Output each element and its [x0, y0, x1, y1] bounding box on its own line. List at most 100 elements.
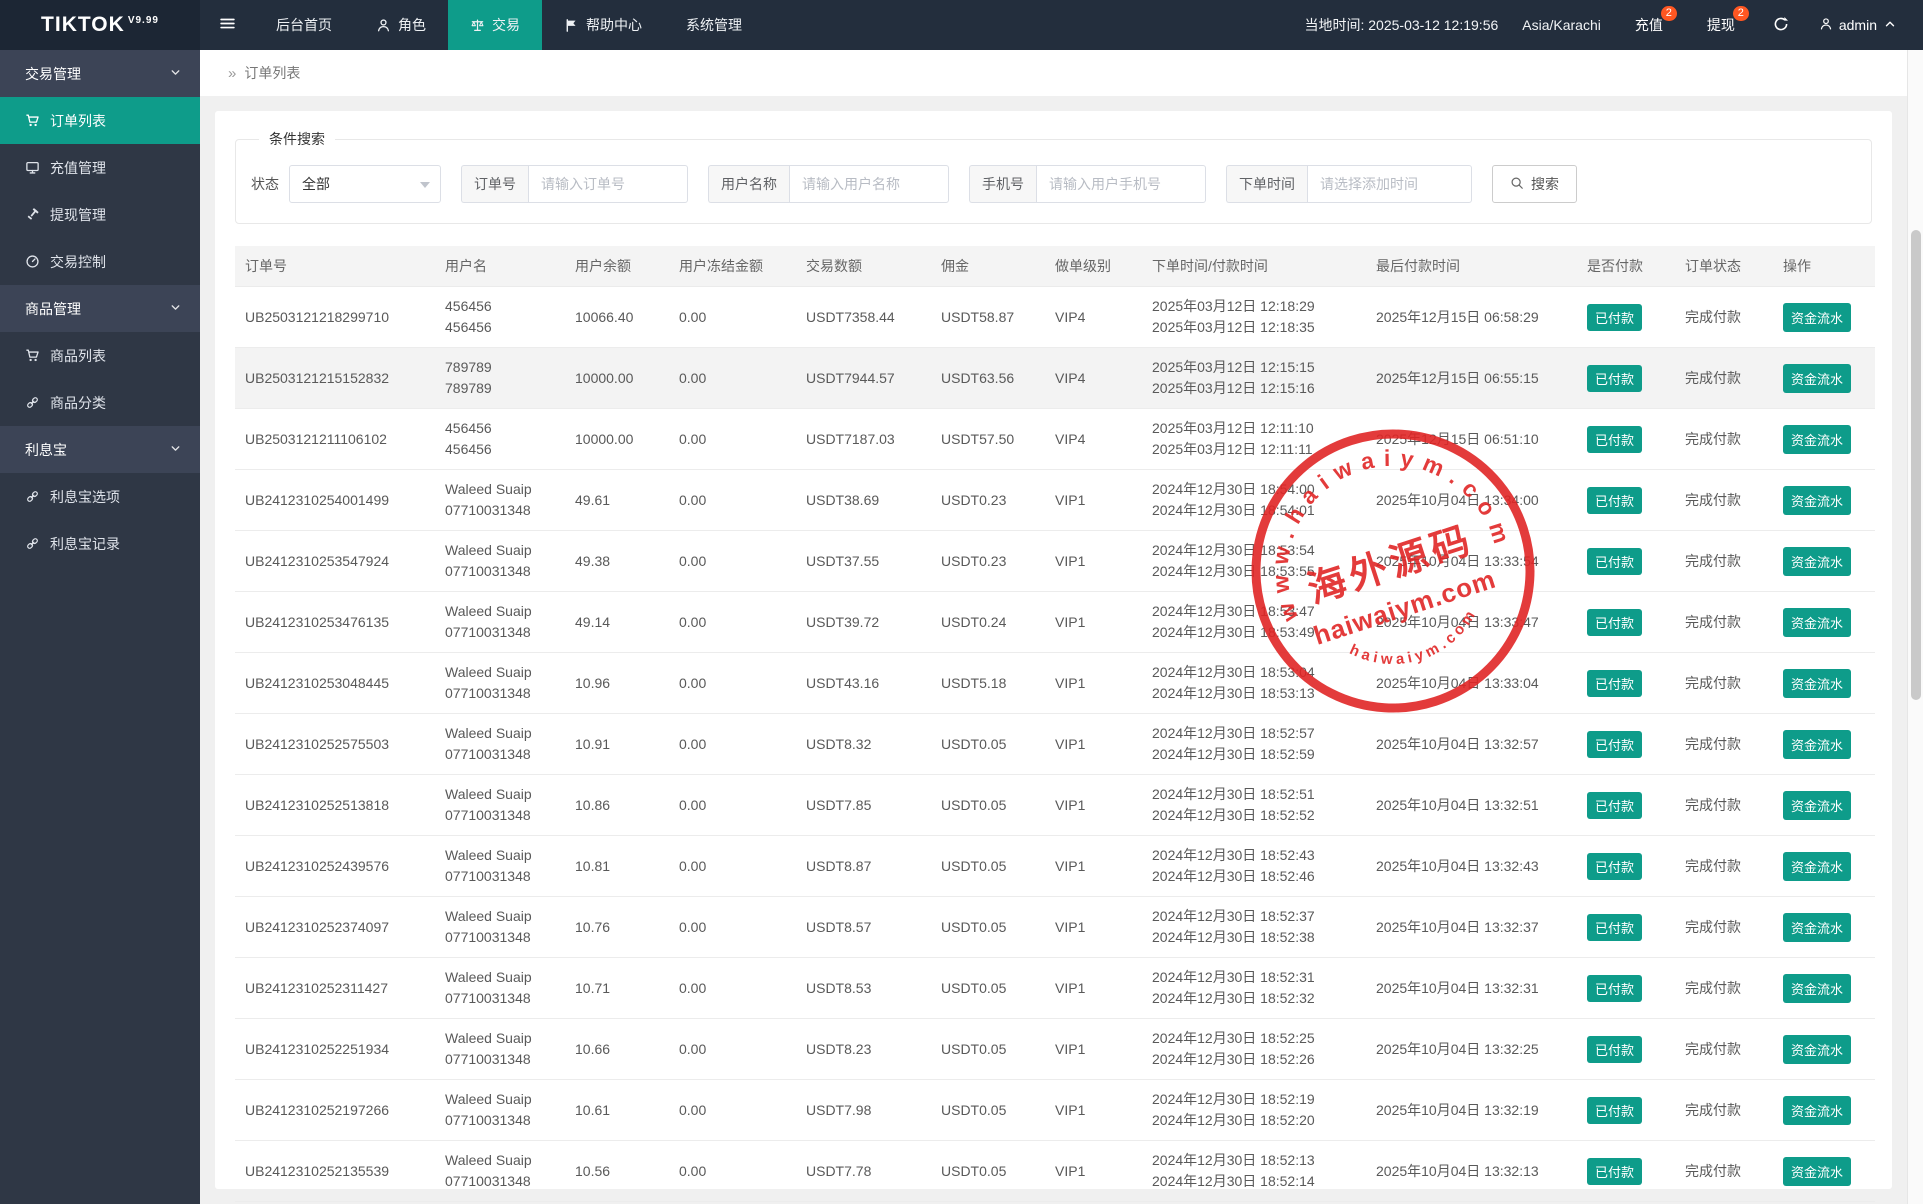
- sidebar-item[interactable]: 商品列表: [0, 332, 200, 379]
- orders-table-wrap: 订单号用户名用户余额用户冻结金额交易数额佣金做单级别下单时间/付款时间最后付款时…: [235, 246, 1872, 1204]
- filter-row: 状态 全部 订单号用户名称手机号下单时间搜索: [251, 165, 1856, 203]
- vip-level-cell: VIP4: [1045, 348, 1142, 409]
- order-status-cell: 完成付款: [1675, 531, 1773, 592]
- paid-status-cell: 已付款: [1577, 409, 1675, 470]
- table-row: UB2412310252251934Waleed Suaip0771003134…: [235, 1019, 1875, 1080]
- user-cell: Waleed Suaip07710031348: [435, 1080, 565, 1141]
- app-logo-text: TIKTOK: [41, 13, 125, 37]
- balance-cell: 49.38: [565, 531, 669, 592]
- order-time-line: 2024年12月30日 18:52:31: [1152, 967, 1356, 988]
- fund-flow-button[interactable]: 资金流水: [1783, 913, 1851, 942]
- frozen-cell: 0.00: [669, 470, 796, 531]
- top-nav-label: 后台首页: [276, 15, 332, 35]
- user-line: 456456: [445, 439, 555, 460]
- status-label: 状态: [251, 174, 279, 194]
- top-nav-item[interactable]: 角色: [354, 0, 448, 50]
- sidebar-item[interactable]: 利息宝选项: [0, 473, 200, 520]
- filter-input[interactable]: [1036, 165, 1206, 203]
- fund-flow-button[interactable]: 资金流水: [1783, 974, 1851, 1003]
- sidebar-item[interactable]: 商品分类: [0, 379, 200, 426]
- menu-toggle-button[interactable]: [200, 0, 254, 50]
- vip-level-cell: VIP4: [1045, 409, 1142, 470]
- user-line: Waleed Suaip: [445, 906, 555, 927]
- user-cell: Waleed Suaip07710031348: [435, 714, 565, 775]
- link-icon: [25, 395, 40, 410]
- sidebar-item[interactable]: 利息宝记录: [0, 520, 200, 567]
- withdraw-button[interactable]: 提现 2: [1685, 0, 1757, 50]
- user-cell: Waleed Suaip07710031348: [435, 836, 565, 897]
- scrollbar-thumb[interactable]: [1911, 230, 1921, 700]
- status-select[interactable]: 全部: [289, 165, 441, 203]
- order-status-cell: 完成付款: [1675, 409, 1773, 470]
- sidebar-item[interactable]: 订单列表: [0, 97, 200, 144]
- user-cell: Waleed Suaip07710031348: [435, 470, 565, 531]
- fund-flow-button[interactable]: 资金流水: [1783, 791, 1851, 820]
- vip-level-cell: VIP1: [1045, 1019, 1142, 1080]
- fund-flow-button[interactable]: 资金流水: [1783, 1035, 1851, 1064]
- fund-flow-button[interactable]: 资金流水: [1783, 364, 1851, 393]
- order-status-cell: 完成付款: [1675, 836, 1773, 897]
- fund-flow-button[interactable]: 资金流水: [1783, 486, 1851, 515]
- fund-flow-button[interactable]: 资金流水: [1783, 1096, 1851, 1125]
- recharge-button[interactable]: 充值 2: [1613, 0, 1685, 50]
- order-time-line: 2024年12月30日 18:52:14: [1152, 1171, 1356, 1192]
- filter-input[interactable]: [789, 165, 949, 203]
- user-line: 456456: [445, 317, 555, 338]
- filter-input[interactable]: [1307, 165, 1472, 203]
- fund-flow-button[interactable]: 资金流水: [1783, 1157, 1851, 1186]
- column-header: 下单时间/付款时间: [1142, 246, 1366, 287]
- last-pay-time-cell: 2025年10月04日 13:32:51: [1366, 775, 1577, 836]
- frozen-cell: 0.00: [669, 897, 796, 958]
- search-icon: [1510, 176, 1524, 193]
- sidebar-group-header[interactable]: 利息宝: [0, 426, 200, 473]
- user-line: Waleed Suaip: [445, 662, 555, 683]
- top-nav-item[interactable]: 系统管理: [664, 0, 764, 50]
- search-button[interactable]: 搜索: [1492, 165, 1577, 203]
- user-line: Waleed Suaip: [445, 845, 555, 866]
- user-line: Waleed Suaip: [445, 1028, 555, 1049]
- filter-group: 订单号: [461, 165, 688, 203]
- admin-menu[interactable]: admin: [1805, 0, 1923, 50]
- vertical-scrollbar[interactable]: [1907, 50, 1923, 1204]
- filter-input[interactable]: [528, 165, 688, 203]
- top-nav-item[interactable]: 交易: [448, 0, 542, 50]
- table-body: UB250312121829971045645645645610066.400.…: [235, 287, 1875, 1204]
- vip-level-cell: VIP1: [1045, 714, 1142, 775]
- app-logo: TIKTOKV9.99: [0, 0, 200, 50]
- order-time-line: 2025年03月12日 12:18:29: [1152, 296, 1356, 317]
- fund-flow-button[interactable]: 资金流水: [1783, 303, 1851, 332]
- fund-flow-button[interactable]: 资金流水: [1783, 608, 1851, 637]
- refresh-button[interactable]: [1757, 0, 1805, 50]
- commission-cell: USDT57.50: [931, 409, 1045, 470]
- action-cell: 资金流水: [1773, 348, 1875, 409]
- sidebar-item[interactable]: 提现管理: [0, 191, 200, 238]
- fund-flow-button[interactable]: 资金流水: [1783, 852, 1851, 881]
- paid-badge: 已付款: [1587, 975, 1642, 1002]
- fund-flow-button[interactable]: 资金流水: [1783, 730, 1851, 759]
- fund-flow-button[interactable]: 资金流水: [1783, 547, 1851, 576]
- order-time-line: 2025年03月12日 12:18:35: [1152, 317, 1356, 338]
- amount-cell: USDT7187.03: [796, 409, 931, 470]
- fund-flow-button[interactable]: 资金流水: [1783, 669, 1851, 698]
- amount-cell: USDT7358.44: [796, 287, 931, 348]
- action-cell: 资金流水: [1773, 653, 1875, 714]
- commission-cell: USDT0.05: [931, 836, 1045, 897]
- user-line: 07710031348: [445, 1171, 555, 1192]
- search-legend: 条件搜索: [259, 129, 335, 149]
- sidebar-item[interactable]: 充值管理: [0, 144, 200, 191]
- table-row: UB2412310253476135Waleed Suaip0771003134…: [235, 592, 1875, 653]
- paid-status-cell: 已付款: [1577, 775, 1675, 836]
- action-cell: 资金流水: [1773, 836, 1875, 897]
- sidebar-item[interactable]: 交易控制: [0, 238, 200, 285]
- fund-flow-button[interactable]: 资金流水: [1783, 425, 1851, 454]
- action-cell: 资金流水: [1773, 714, 1875, 775]
- paid-status-cell: 已付款: [1577, 348, 1675, 409]
- order-time-line: 2024年12月30日 18:54:01: [1152, 500, 1356, 521]
- order-status-cell: 完成付款: [1675, 1080, 1773, 1141]
- sidebar-group-header[interactable]: 交易管理: [0, 50, 200, 97]
- top-nav-item[interactable]: 后台首页: [254, 0, 354, 50]
- top-nav-item[interactable]: 帮助中心: [542, 0, 664, 50]
- cart-icon: [25, 348, 40, 363]
- sidebar-group-header[interactable]: 商品管理: [0, 285, 200, 332]
- gavel-icon: [25, 207, 40, 222]
